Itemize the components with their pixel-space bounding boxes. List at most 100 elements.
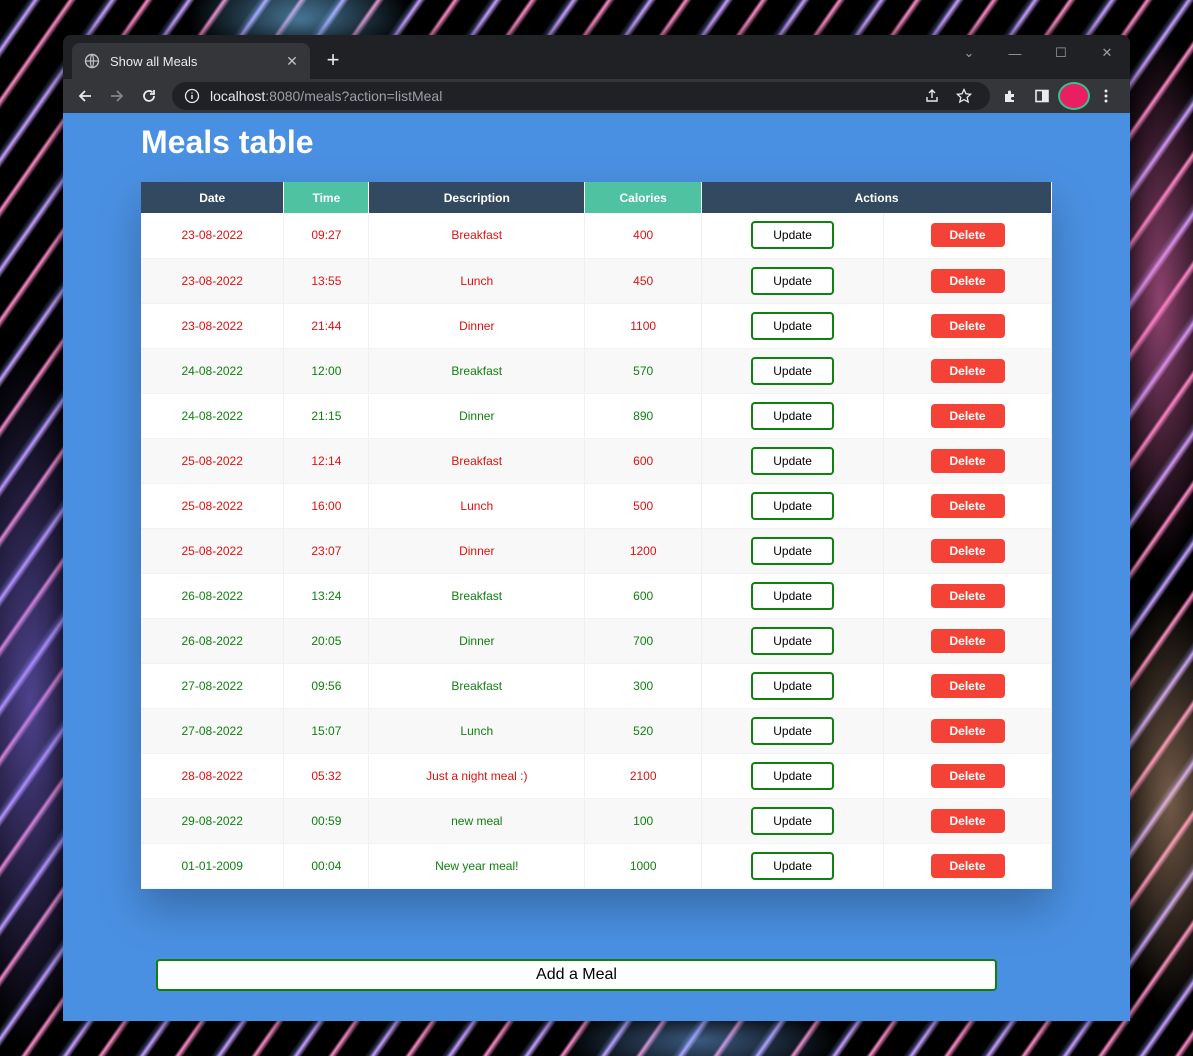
cell-description: Dinner [368,303,586,349]
address-bar[interactable]: localhost:8080/meals?action=listMeal [172,82,990,110]
table-row: 25-08-2022 23:07 Dinner 1200 Update Delete [141,528,1052,574]
table-row: 27-08-2022 15:07 Lunch 520 Update Delete [141,708,1052,754]
delete-button[interactable]: Delete [930,358,1005,383]
cell-time: 23:07 [283,528,370,574]
cell-description: Breakfast [368,438,586,484]
cell-update: Update [701,753,885,799]
cell-date: 24-08-2022 [141,393,285,439]
update-button[interactable]: Update [751,221,835,250]
cell-calories: 500 [584,483,703,529]
reload-icon[interactable] [133,82,165,110]
update-button[interactable]: Update [751,851,835,880]
cell-calories: 890 [584,393,703,439]
delete-button[interactable]: Delete [930,808,1005,833]
page-content: Meals table Date Time Description Calori… [63,113,1130,1021]
cell-calories: 570 [584,348,703,394]
delete-button[interactable]: Delete [930,763,1005,788]
update-button[interactable]: Update [751,671,835,700]
table-row: 28-08-2022 05:32 Just a night meal :) 2100 U… [141,753,1052,799]
menu-icon[interactable] [1090,82,1122,110]
update-button[interactable]: Update [751,446,835,475]
side-panel-icon[interactable] [1026,82,1058,110]
delete-button[interactable]: Delete [930,448,1005,473]
delete-button[interactable]: Delete [930,403,1005,428]
table-row: 26-08-2022 13:24 Breakfast 600 Update Delete [141,573,1052,619]
url-path: :8080/meals?action=listMeal [265,88,443,104]
delete-button[interactable]: Delete [930,583,1005,608]
maximize-icon[interactable]: ☐ [1038,39,1084,67]
table-row: 23-08-2022 13:55 Lunch 450 Update Delete [141,258,1052,304]
cell-date: 25-08-2022 [141,483,285,529]
delete-button[interactable]: Delete [930,673,1005,698]
cell-description: Dinner [368,393,586,439]
update-button[interactable]: Update [751,626,835,655]
cell-delete: Delete [883,798,1052,844]
update-button[interactable]: Update [751,806,835,835]
delete-button[interactable]: Delete [930,853,1005,878]
cell-delete: Delete [883,708,1052,754]
page-title: Meals table [141,124,314,160]
cell-calories: 1200 [584,528,703,574]
cell-date: 26-08-2022 [141,618,285,664]
profile-avatar[interactable] [1058,82,1090,110]
cell-time: 12:14 [283,438,370,484]
cell-time: 00:59 [283,798,370,844]
cell-calories: 300 [584,663,703,709]
extensions-icon[interactable] [994,82,1026,110]
tab-show-all-meals[interactable]: Show all Meals ✕ [72,43,310,79]
forward-icon[interactable] [101,82,133,110]
delete-button[interactable]: Delete [930,268,1005,293]
back-icon[interactable] [69,82,101,110]
delete-button[interactable]: Delete [930,718,1005,743]
update-button[interactable]: Update [751,266,835,295]
delete-button[interactable]: Delete [930,313,1005,338]
cell-calories: 1100 [584,303,703,349]
cell-delete: Delete [883,618,1052,664]
update-button[interactable]: Update [751,311,835,340]
table-row: 29-08-2022 00:59 new meal 100 Update Delete [141,798,1052,844]
update-button[interactable]: Update [751,491,835,520]
cell-time: 13:55 [283,258,370,304]
cell-date: 25-08-2022 [141,528,285,574]
delete-button[interactable]: Delete [930,628,1005,653]
delete-button[interactable]: Delete [930,223,1005,248]
cell-delete: Delete [883,573,1052,619]
new-tab-button[interactable]: + [321,49,345,73]
cell-date: 29-08-2022 [141,798,285,844]
update-button[interactable]: Update [751,401,835,430]
update-button[interactable]: Update [751,356,835,385]
cell-date: 27-08-2022 [141,663,285,709]
cell-time: 21:15 [283,393,370,439]
update-button[interactable]: Update [751,581,835,610]
cell-delete: Delete [883,393,1052,439]
update-button[interactable]: Update [751,761,835,790]
minimize-icon[interactable]: — [992,39,1038,67]
cell-date: 26-08-2022 [141,573,285,619]
cell-description: Lunch [368,708,586,754]
meals-table-container: Date Time Description Calories Actions 2… [141,182,1052,889]
tab-bar: Show all Meals ✕ + ⌄ — ☐ ✕ [63,35,1130,79]
header-actions: Actions [701,182,1052,213]
cell-calories: 1000 [584,843,703,889]
cell-update: Update [701,393,885,439]
close-window-icon[interactable]: ✕ [1084,39,1130,67]
cell-delete: Delete [883,528,1052,574]
cell-time: 21:44 [283,303,370,349]
add-meal-button[interactable]: Add a Meal [156,959,997,991]
chevron-down-icon[interactable]: ⌄ [946,39,992,67]
delete-button[interactable]: Delete [930,538,1005,563]
info-icon[interactable] [184,88,200,104]
update-button[interactable]: Update [751,536,835,565]
cell-time: 09:27 [283,213,370,259]
cell-description: Breakfast [368,663,586,709]
toolbar-actions [994,82,1122,110]
cell-description: Dinner [368,528,586,574]
share-icon[interactable] [916,84,948,108]
close-tab-icon[interactable]: ✕ [284,53,300,69]
table-row: 24-08-2022 21:15 Dinner 890 Update Delete [141,393,1052,439]
bookmark-star-icon[interactable] [948,84,980,108]
cell-update: Update [701,483,885,529]
meals-table: Date Time Description Calories Actions 2… [141,182,1052,889]
delete-button[interactable]: Delete [930,493,1005,518]
update-button[interactable]: Update [751,716,835,745]
